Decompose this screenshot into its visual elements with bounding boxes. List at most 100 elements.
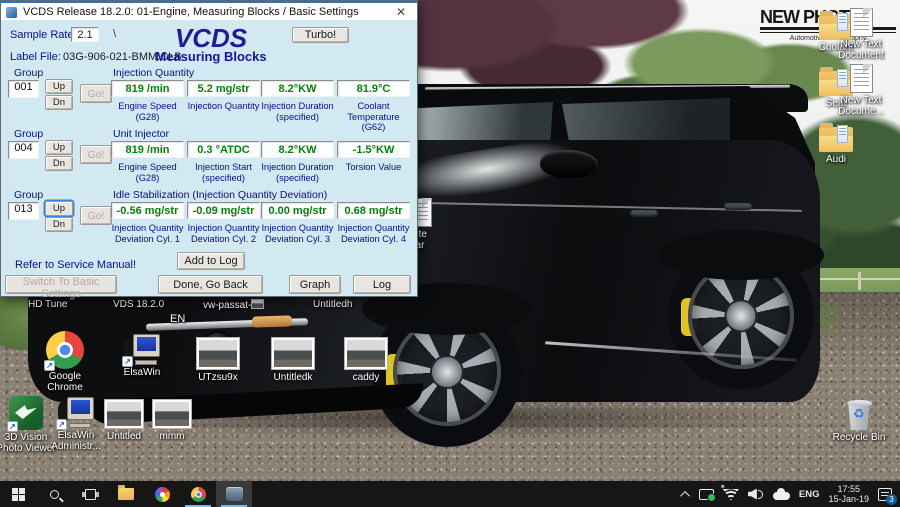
group-caption: Group: [14, 67, 43, 79]
chrome-taskbar-button[interactable]: [180, 481, 216, 507]
chrome-icon: [191, 487, 206, 502]
desktop-icon-utzsu9x[interactable]: UTzsu9x: [186, 337, 250, 383]
group-number-field[interactable]: 013: [8, 202, 39, 220]
switch-to-basic-settings-button[interactable]: Switch To Basic Settings: [5, 275, 117, 294]
action-center-icon[interactable]: 3: [878, 488, 892, 501]
start-button[interactable]: [0, 481, 36, 507]
turbo-button[interactable]: Turbo!: [292, 27, 349, 43]
photo-thumbnail-icon: [152, 399, 192, 429]
computer-icon: ↗: [58, 397, 94, 428]
taskbar: ENG 17:55 15-Jan-19 3: [0, 481, 900, 507]
tiny-photo-icon: [251, 299, 264, 309]
paint-button[interactable]: [144, 481, 180, 507]
measuring-cell: 5.2 mg/strInjection Quantity: [187, 80, 260, 112]
desktop-screen: NEW PHOTO Automotive Photography HD Tune…: [0, 0, 900, 507]
search-icon: [50, 490, 59, 499]
onedrive-cloud-icon[interactable]: [773, 492, 790, 500]
desktop-icon-new-text-document[interactable]: New Text Document: [830, 8, 892, 61]
group-dn-button[interactable]: Dn: [45, 95, 73, 110]
car-door-handle: [724, 203, 752, 210]
desktop-icon-google-chrome[interactable]: ↗ Google Chrome: [33, 331, 97, 393]
group-number-field[interactable]: 001: [8, 80, 39, 98]
measuring-cell: -0.09 mg/strInjection Quantity Deviation…: [187, 202, 260, 244]
car-door-handle: [630, 210, 658, 217]
icon-label-hdtune[interactable]: HD Tune: [28, 299, 67, 310]
measuring-cell: 819 /minEngine Speed (G28): [111, 80, 184, 122]
vcds-window: VCDS Release 18.2.0: 01-Engine, Measurin…: [0, 0, 418, 297]
measuring-cell: 0.00 mg/strInjection Quantity Deviation …: [261, 202, 334, 244]
language-indicator[interactable]: ENG: [799, 489, 820, 500]
desktop-icon-new-text-docume[interactable]: New Text Docume...: [830, 64, 892, 117]
measuring-group-004: Group 004 Up Dn Go! Unit Injector 819 /m…: [1, 128, 419, 190]
group-caption: Group: [14, 128, 43, 140]
desktop-icon-untitledk[interactable]: Untitledk: [261, 337, 325, 383]
taskbar-search-button[interactable]: [36, 481, 72, 507]
done-go-back-button[interactable]: Done, Go Back: [158, 275, 263, 294]
measuring-cell: 0.3 °ATDCInjection Start (specified): [187, 141, 260, 183]
label-file-label: Label File:: [10, 51, 61, 63]
text-file-icon: [850, 64, 873, 93]
desktop-icon-caddy[interactable]: caddy: [334, 337, 398, 383]
measuring-cell: 0.68 mg/strInjection Quantity Deviation …: [337, 202, 410, 244]
file-explorer-button[interactable]: [108, 481, 144, 507]
photo-viewer-icon: ↗: [9, 396, 43, 430]
icon-label-vds[interactable]: VDS 18.2.0: [113, 299, 164, 310]
group-caption: Group: [14, 189, 43, 201]
car-mirror: [540, 150, 598, 178]
photo-thumbnail-icon: [344, 337, 388, 370]
notification-badge: 3: [886, 494, 897, 505]
chrome-icon: ↗: [46, 331, 84, 369]
group-header: Unit Injector: [113, 128, 169, 140]
sample-rate-label: Sample Rate:: [10, 29, 77, 41]
wifi-icon[interactable]: [723, 488, 739, 501]
measuring-cell: 819 /minEngine Speed (G28): [111, 141, 184, 183]
security-status-icon[interactable]: [699, 489, 714, 500]
vcds-taskbar-button[interactable]: [216, 481, 252, 507]
task-view-button[interactable]: [72, 481, 108, 507]
title-bar[interactable]: VCDS Release 18.2.0: 01-Engine, Measurin…: [1, 1, 417, 20]
log-button[interactable]: Log: [353, 275, 411, 294]
graph-button[interactable]: Graph: [289, 275, 341, 294]
measuring-group-001: Group 001 Up Dn Go! Injection Quantity 8…: [1, 67, 419, 129]
desktop-icon-folder-audi[interactable]: Audi: [806, 122, 866, 165]
language-overlay: EN: [170, 313, 185, 325]
shortcut-arrow-icon: ↗: [122, 356, 133, 367]
group-up-button[interactable]: Up: [45, 79, 73, 94]
group-number-field[interactable]: 004: [8, 141, 39, 159]
vcds-app-icon: [226, 487, 243, 501]
taskbar-clock[interactable]: 17:55 15-Jan-19: [828, 484, 869, 504]
desktop-icon-mmm[interactable]: mmm: [140, 399, 204, 442]
group-dn-button[interactable]: Dn: [45, 156, 73, 171]
group-dn-button[interactable]: Dn: [45, 217, 73, 232]
measuring-cell: -1.5°KWTorsion Value: [337, 141, 410, 173]
desktop-icon-recycle-bin[interactable]: ♻ Recycle Bin: [828, 399, 890, 443]
measuring-cell: 81.9°CCoolant Temperature (G62): [337, 80, 410, 133]
shortcut-arrow-icon: ↗: [44, 360, 55, 371]
close-icon[interactable]: ✕: [393, 5, 409, 19]
photo-thumbnail-icon: [196, 337, 240, 370]
group-go-button[interactable]: Go!: [80, 206, 112, 225]
measuring-cell: 8.2°KWInjection Duration (specified): [261, 80, 334, 122]
group-up-button[interactable]: Up: [45, 201, 73, 216]
group-up-button[interactable]: Up: [45, 140, 73, 155]
tray-expand-icon[interactable]: [680, 490, 690, 500]
photo-thumbnail-icon: [271, 337, 315, 370]
photo-thumbnail-icon: [104, 399, 144, 429]
window-title: VCDS Release 18.2.0: 01-Engine, Measurin…: [23, 6, 359, 18]
speaker-icon[interactable]: [748, 488, 764, 501]
windows-logo-icon: [12, 488, 25, 501]
group-go-button[interactable]: Go!: [80, 84, 112, 103]
measuring-cell: -0.56 mg/strInjection Quantity Deviation…: [111, 202, 184, 244]
folder-icon: [118, 488, 134, 500]
measuring-blocks-subtitle: Measuring Blocks: [121, 49, 301, 64]
shortcut-arrow-icon: ↗: [7, 421, 18, 432]
recycle-bin-icon: ♻: [846, 399, 873, 430]
icon-label-vw-passat[interactable]: vw-passat-: [203, 299, 264, 311]
sample-rate-value: 2.1: [71, 27, 99, 42]
icon-label-untitledh[interactable]: Untitledh: [313, 299, 352, 310]
group-go-button[interactable]: Go!: [80, 145, 112, 164]
app-icon: [6, 7, 17, 18]
paint-icon: [155, 487, 170, 502]
desktop-icon-elsawin[interactable]: ↗ ElsaWin: [110, 334, 174, 378]
add-to-log-button[interactable]: Add to Log: [177, 252, 245, 270]
